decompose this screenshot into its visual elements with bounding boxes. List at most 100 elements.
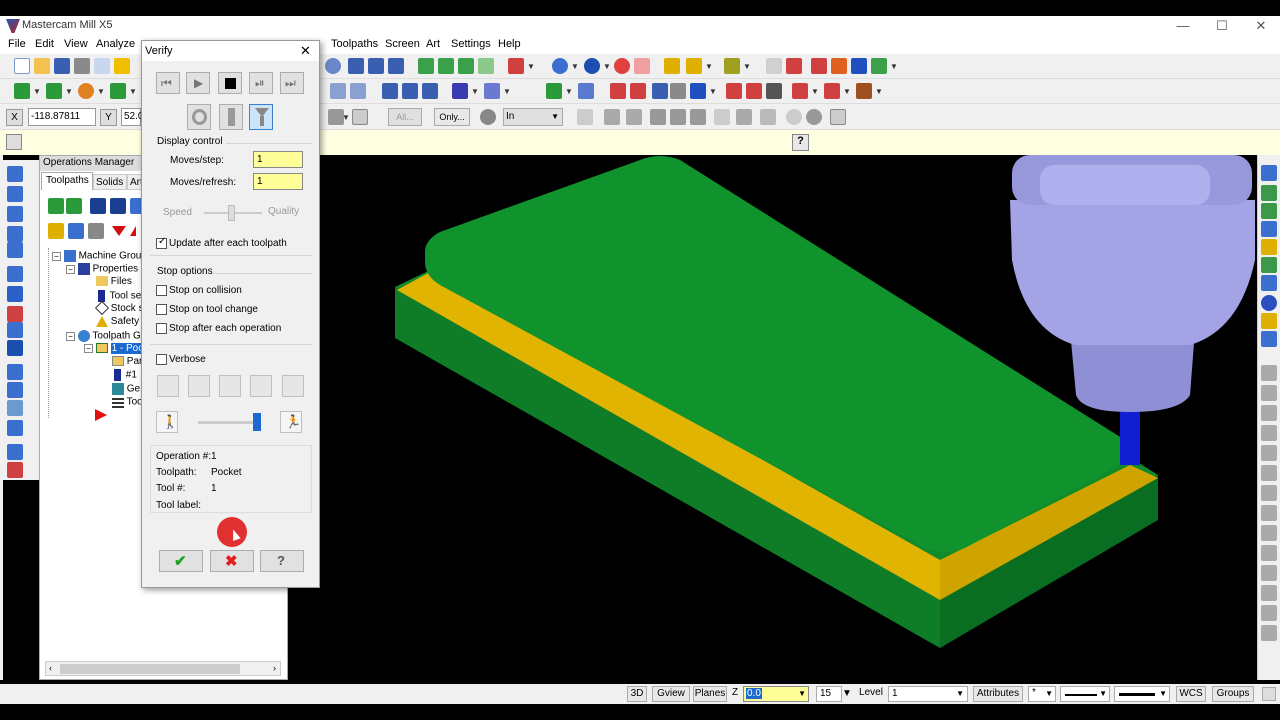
left-tool-icon-2[interactable] [7, 186, 23, 202]
color-dropdown-icon[interactable]: ▼ [842, 688, 852, 699]
chevron-down-icon[interactable]: ▼ [65, 87, 73, 96]
status-extra-icon[interactable] [1262, 687, 1276, 701]
menu-screen[interactable]: Screen [385, 38, 420, 50]
all-button[interactable]: All... [388, 108, 422, 126]
tree-item-parameters[interactable]: Par [112, 356, 142, 367]
color-field[interactable]: 15 [816, 686, 842, 702]
chevron-down-icon[interactable]: ▼ [705, 62, 713, 71]
left-tool-icon-15[interactable] [7, 444, 23, 460]
table-icon-1[interactable] [610, 83, 626, 99]
analyze-icon-3[interactable] [422, 83, 438, 99]
select-icon-3[interactable] [626, 109, 642, 125]
left-tool-icon-10[interactable] [7, 340, 23, 356]
tool-icon-1[interactable] [726, 83, 742, 99]
tree-item-machine-group[interactable]: − Machine Group [52, 250, 147, 262]
zoom-icon[interactable] [325, 58, 341, 74]
sphere-icon[interactable] [584, 58, 600, 74]
right-tool-icon-16[interactable] [1261, 465, 1277, 481]
tree-item-safety-zone[interactable]: Safety [96, 316, 139, 327]
solid-box-icon-2[interactable] [438, 58, 454, 74]
stop-collision-checkbox[interactable] [156, 285, 167, 296]
grid-icon[interactable] [786, 58, 802, 74]
chevron-down-icon[interactable]: ▼ [571, 62, 579, 71]
select-icon-10[interactable] [786, 109, 802, 125]
chevron-down-icon[interactable]: ▼ [875, 87, 883, 96]
tree-item-files[interactable]: Files [96, 276, 132, 287]
chevron-down-icon[interactable]: ▼ [565, 87, 573, 96]
collapse-icon[interactable]: − [52, 251, 61, 261]
rewind-button[interactable]: ⏮ [156, 72, 180, 94]
sim-speed-slider[interactable] [253, 413, 261, 431]
chevron-down-icon[interactable]: ▼ [471, 87, 479, 96]
add-point-icon[interactable] [14, 83, 30, 99]
chevron-down-icon[interactable]: ▼ [503, 87, 511, 96]
view-cube-icon[interactable] [508, 58, 524, 74]
right-tool-icon-22[interactable] [1261, 585, 1277, 601]
chevron-down-icon[interactable]: ▼ [811, 87, 819, 96]
graphics-viewport[interactable] [288, 155, 1257, 680]
right-tool-icon-18[interactable] [1261, 505, 1277, 521]
right-tool-icon-11[interactable] [1261, 365, 1277, 381]
right-tool-icon-17[interactable] [1261, 485, 1277, 501]
selection-mode-dropdown[interactable]: In ▼ [503, 108, 563, 126]
grid-3d-icon[interactable] [766, 83, 782, 99]
x-coordinate-field[interactable]: -118.87811 [28, 108, 96, 126]
moves-refresh-input[interactable]: 1 [253, 173, 303, 190]
wireframe-icon[interactable] [634, 58, 650, 74]
gear-icon[interactable] [480, 109, 496, 125]
chevron-down-icon[interactable]: ▼ [603, 62, 611, 71]
right-tool-icon-24[interactable] [1261, 625, 1277, 641]
lock-icon[interactable] [6, 134, 22, 150]
moves-step-input[interactable]: 1 [253, 151, 303, 168]
select-dirty-ops-icon[interactable] [66, 198, 82, 214]
right-tool-icon-2[interactable] [1261, 185, 1277, 201]
left-tool-icon-1[interactable] [7, 166, 23, 182]
rectangle-icon[interactable] [110, 83, 126, 99]
regen-dirty-icon[interactable] [110, 198, 126, 214]
menu-analyze[interactable]: Analyze [96, 38, 135, 50]
move-down-icon[interactable] [112, 226, 126, 236]
line-width-dropdown[interactable]: ▼ [1114, 686, 1170, 702]
z-depth-field[interactable]: 0.0 ▼ [743, 686, 809, 702]
left-tool-icon-16[interactable] [7, 462, 23, 478]
chain-icon[interactable] [484, 83, 500, 99]
maximize-button[interactable]: ☐ [1207, 18, 1237, 34]
chevron-down-icon[interactable]: ▼ [709, 87, 717, 96]
select-icon-5[interactable] [670, 109, 686, 125]
tool-icon-4[interactable] [824, 83, 840, 99]
transform-icon-1[interactable] [811, 58, 827, 74]
move-up-icon[interactable] [130, 226, 136, 236]
select-icon-9[interactable] [760, 109, 776, 125]
select-icon-6[interactable] [690, 109, 706, 125]
new-file-icon[interactable] [14, 58, 30, 74]
analyze-icon-1[interactable] [382, 83, 398, 99]
groups-button[interactable]: Groups [1212, 686, 1254, 702]
hint-icon[interactable] [114, 58, 130, 74]
chevron-down-icon[interactable]: ▼ [527, 62, 535, 71]
select-all-ops-icon[interactable] [48, 198, 64, 214]
stop-tool-change-checkbox[interactable] [156, 304, 167, 315]
3d-toggle-button[interactable]: 3D [627, 686, 647, 702]
left-tool-icon-12[interactable] [7, 382, 23, 398]
scroll-right-icon[interactable]: › [273, 663, 276, 673]
update-toolpath-checkbox[interactable]: ✓ [156, 236, 167, 249]
right-tool-icon-7[interactable] [1261, 275, 1277, 291]
display-mode-button-2[interactable] [219, 104, 243, 130]
toggle-display-icon[interactable] [68, 223, 84, 239]
curve-icon-1[interactable] [348, 58, 364, 74]
tab-toolpaths[interactable]: Toolpaths [41, 172, 93, 190]
attributes-button[interactable]: Attributes [973, 686, 1023, 702]
tree-item-tool-settings[interactable]: Tool se [96, 290, 141, 302]
right-tool-icon-3[interactable] [1261, 203, 1277, 219]
image-icon[interactable] [690, 83, 706, 99]
curve-icon-3[interactable] [388, 58, 404, 74]
only-button[interactable]: Only... [434, 108, 470, 126]
left-tool-icon-3[interactable] [7, 206, 23, 222]
slow-walk-button[interactable]: 🚶 [156, 411, 178, 433]
help-icon[interactable] [352, 109, 368, 125]
export-icon[interactable] [871, 58, 887, 74]
left-tool-icon-11[interactable] [7, 364, 23, 380]
right-tool-icon-15[interactable] [1261, 445, 1277, 461]
insert-arrow-icon[interactable] [95, 409, 107, 421]
speed-quality-slider[interactable] [228, 205, 235, 221]
